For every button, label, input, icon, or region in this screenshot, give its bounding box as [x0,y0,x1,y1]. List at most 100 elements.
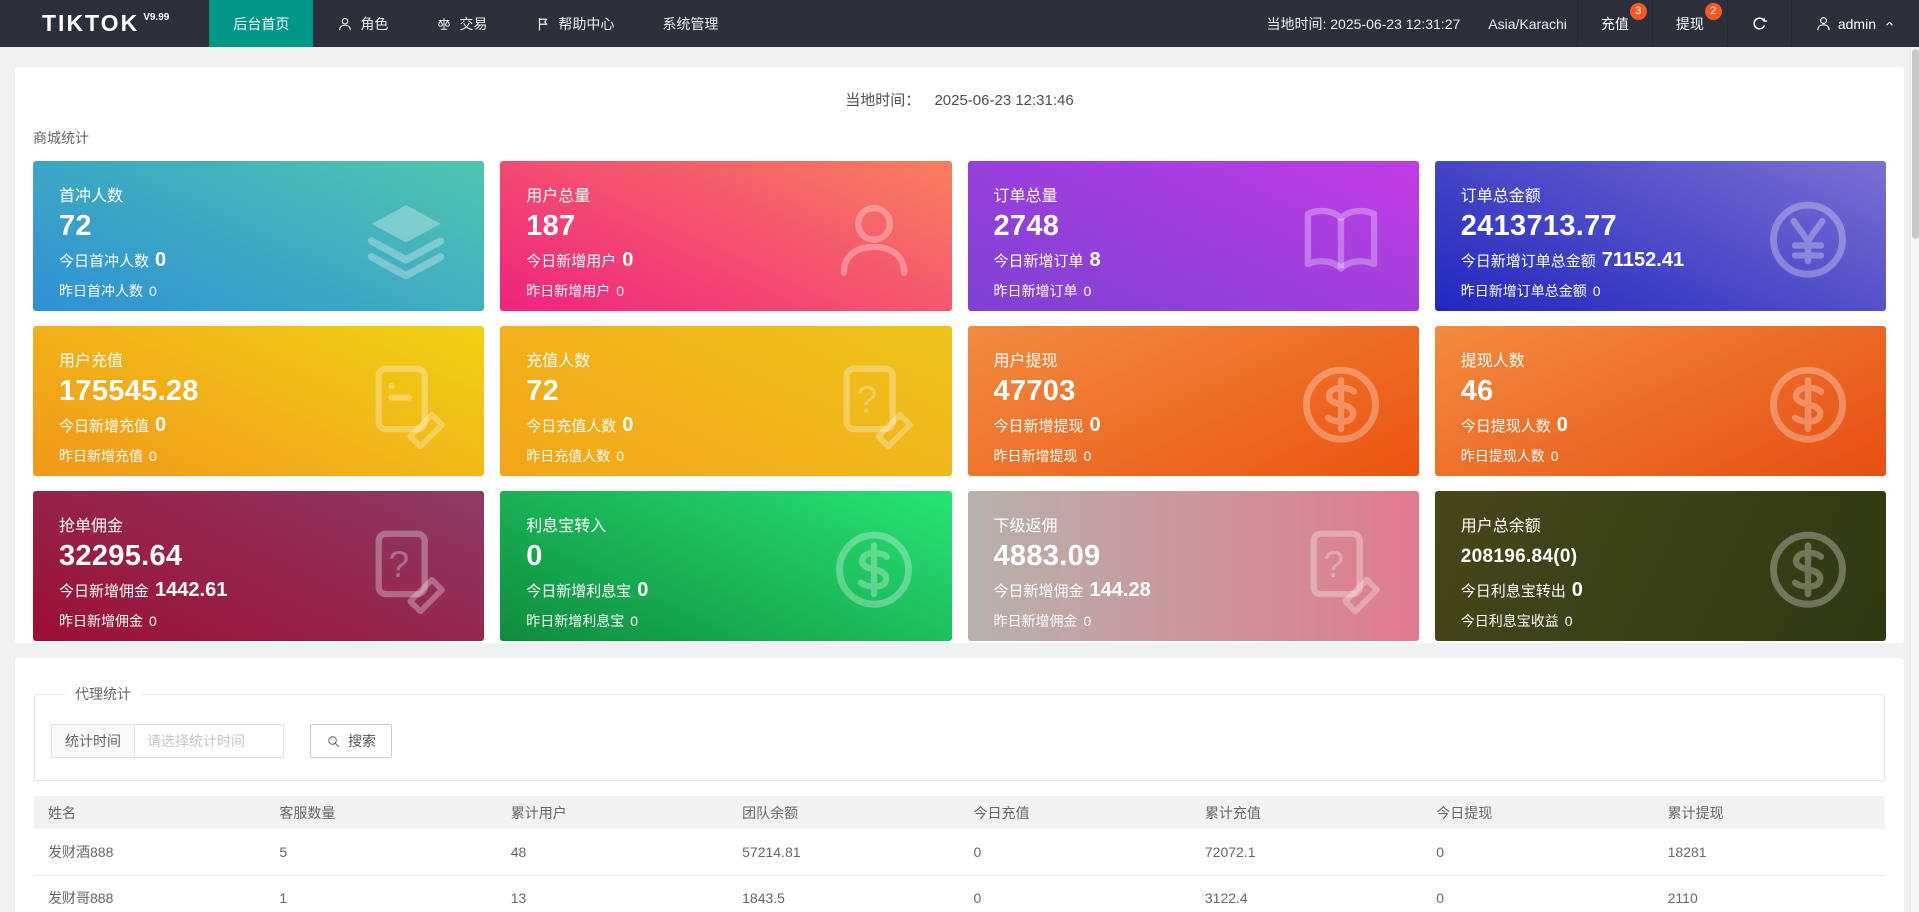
admin-username: admin [1837,15,1876,32]
column-header: 今日充值 [959,796,1191,829]
card-today-value: 0 [637,579,649,601]
brand-logo[interactable]: TIKTOK V9.99 [0,0,209,47]
dollar-icon [828,524,920,616]
table-cell: 13 [496,875,729,912]
stat-card: 用户总余额 208196.84(0) 今日利息宝转出 0 今日利息宝收益 0 [1434,491,1886,641]
card-today-label: 今日新增订单 [993,253,1084,270]
doc-question-icon [828,359,920,451]
stats-panel: 当地时间： 2025-06-23 12:31:46 商城统计 首冲人数 72 今… [15,67,1904,643]
column-header: 累计提现 [1653,796,1885,829]
table-cell: 2110 [1653,875,1885,912]
table-cell: 57214.81 [728,829,960,876]
nav-item-home[interactable]: 后台首页 [209,0,314,47]
brand-text: TIKTOK [42,10,140,36]
stat-card: 用户总量 187 今日新增用户 0 昨日新增用户 0 [500,161,952,311]
card-today-value: 0 [155,249,167,271]
card-yesterday-value: 0 [1083,283,1092,299]
table-cell: 1 [265,875,497,912]
card-yesterday-value: 0 [616,448,625,464]
panel-time-label: 当地时间： [845,92,921,109]
card-yesterday-value: 0 [149,448,157,464]
card-yesterday-label: 昨日新增充值 [59,448,143,464]
stat-card: 抢单佣金 32295.64 今日新增佣金 1442.61 昨日新增佣金 0 [33,491,485,641]
table-cell: 5 [265,829,497,876]
nav-item-roles[interactable]: 角色 [313,0,412,47]
card-yesterday-value: 0 [1083,448,1092,464]
table-cell: 48 [496,829,729,876]
stat-card: 利息宝转入 0 今日新增利息宝 0 昨日新增利息宝 0 [500,491,952,641]
table-body: 发财酒888 5 48 57214.81 0 72072.1 0 18281 发财哥888 1 13… [34,829,1885,912]
dollar-icon [1295,359,1387,451]
card-today-label: 今日新增佣金 [59,583,150,600]
table-cell: 1843.5 [728,875,960,912]
nav-item-system[interactable]: 系统管理 [638,0,742,47]
column-header: 今日提现 [1422,796,1654,829]
card-today-label: 今日新增订单总金额 [1460,253,1596,270]
card-today-label: 今日新增提现 [993,418,1084,435]
card-today-value: 0 [622,414,634,436]
nav-item-label: 系统管理 [662,15,719,32]
table-cell: 0 [959,829,1191,876]
stat-card: 订单总量 2748 今日新增订单 8 昨日新增订单 0 [967,161,1419,311]
card-today-value: 0 [1571,579,1583,601]
table-cell: 72072.1 [1190,829,1423,876]
table-row: 发财酒888 5 48 57214.81 0 72072.1 0 18281 [34,829,1885,876]
card-yesterday-label: 今日利息宝收益 [1460,613,1559,629]
table-cell: 发财酒888 [34,829,266,876]
table-cell: 0 [1422,829,1654,876]
card-today-value: 1442.61 [155,579,228,601]
card-today-value: 0 [155,414,167,436]
stat-card: 订单总金额 2413713.77 今日新增订单总金额 71152.41 昨日新增订… [1434,161,1886,311]
nav-menu: 后台首页 角色 交易 帮助中心 系统管理 [209,0,742,47]
table-cell: 0 [1422,875,1654,912]
agent-panel: 代理统计 统计时间 搜索 姓名客服数量累计用户团队余额今日充值累计充值今日提现累… [15,658,1904,912]
card-today-label: 今日新增充值 [59,418,150,435]
withdraw-badge: 2 [1704,3,1722,20]
panel-local-time: 当地时间： 2025-06-23 12:31:46 [33,83,1886,110]
withdraw-button[interactable]: 提现 2 [1651,0,1727,47]
column-header: 累计充值 [1190,796,1423,829]
nav-item-label: 帮助中心 [558,15,615,32]
nav-item-label: 交易 [459,15,488,32]
nav-item-label: 后台首页 [233,15,290,32]
agent-stats-fieldset: 代理统计 统计时间 搜索 [34,684,1885,781]
recharge-badge: 3 [1629,3,1647,20]
dollar-icon [1762,524,1854,616]
brand-version: V9.99 [143,12,170,23]
card-today-label: 今日提现人数 [1460,418,1551,435]
card-yesterday-label: 昨日新增佣金 [993,613,1078,629]
nav-item-help[interactable]: 帮助中心 [511,0,638,47]
admin-menu[interactable]: admin [1790,0,1919,47]
layers-icon [360,194,452,286]
card-yesterday-value: 0 [1592,283,1601,299]
table-cell: 发财哥888 [34,875,266,912]
search-button[interactable]: 搜索 [310,724,392,758]
column-header: 团队余额 [728,796,960,829]
card-yesterday-label: 昨日提现人数 [1460,448,1545,464]
card-yesterday-label: 昨日新增订单总金额 [1460,283,1587,299]
navbar-time-label: 当地时间: [1266,15,1327,32]
scrollbar-thumb[interactable] [1912,49,1919,239]
card-today-label: 今日新增利息宝 [526,583,632,600]
navbar-timezone: Asia/Karachi [1488,15,1567,32]
doc-question-icon [1295,524,1387,616]
column-header: 客服数量 [265,796,497,829]
stat-card: 用户提现 47703 今日新增提现 0 昨日新增提现 0 [967,326,1419,476]
navbar-time-value: 2025-06-23 12:31:27 [1330,15,1461,32]
section-title: 商城统计 [33,130,89,146]
nav-item-trade[interactable]: 交易 [412,0,511,47]
recharge-button[interactable]: 充值 3 [1576,0,1652,47]
card-yesterday-label: 昨日新增利息宝 [526,613,625,629]
flag-icon [535,16,551,32]
column-header: 姓名 [34,796,266,829]
table-header-row: 姓名 客服数量 累计用户 团队余额 今日充值 累计充值 今日提现 累计提现 [34,796,1885,829]
doc-pencil-icon [360,359,452,451]
navbar-local-time: 当地时间: 2025-06-23 12:31:27 Asia/Karachi [1256,0,1576,47]
card-yesterday-label: 昨日新增用户 [526,283,611,299]
page-scrollbar[interactable] [1910,47,1919,912]
recharge-label: 充值 [1600,15,1629,32]
card-yesterday-value: 0 [1083,613,1092,629]
scales-icon [436,16,452,32]
refresh-button[interactable] [1726,0,1791,47]
stat-time-input[interactable] [134,724,284,758]
